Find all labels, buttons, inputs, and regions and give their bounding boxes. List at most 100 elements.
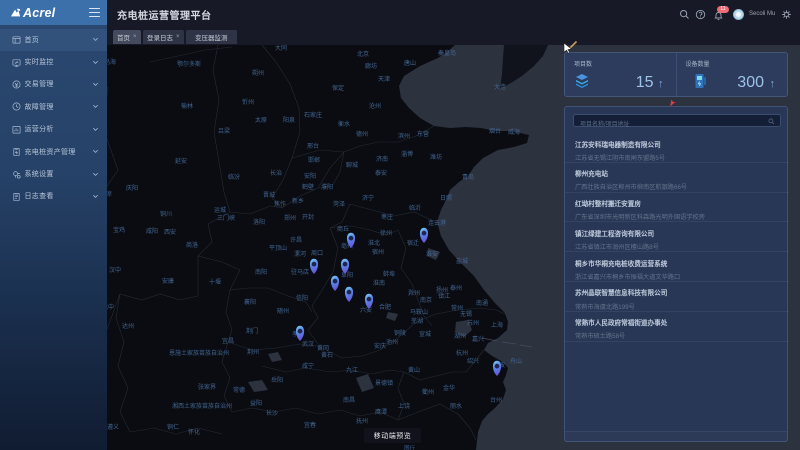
svg-text:杭州: 杭州	[456, 349, 468, 357]
svg-text:常州: 常州	[451, 304, 463, 312]
svg-text:黄冈: 黄冈	[317, 344, 329, 352]
svg-text:武汉: 武汉	[302, 340, 314, 348]
svg-text:台州: 台州	[490, 396, 502, 404]
svg-text:苏州: 苏州	[467, 319, 479, 327]
svg-text:湘西土家族苗族自治州: 湘西土家族苗族自治州	[172, 402, 232, 410]
svg-text:忻州: 忻州	[242, 98, 254, 106]
svg-text:石家庄: 石家庄	[304, 111, 322, 119]
svg-text:晋城: 晋城	[263, 192, 275, 199]
svg-text:平顶山: 平顶山	[269, 244, 287, 252]
svg-text:淮安: 淮安	[426, 250, 438, 258]
svg-text:东营: 东营	[417, 130, 429, 138]
svg-text:衢州: 衢州	[422, 388, 434, 396]
svg-text:芜湖: 芜湖	[411, 317, 423, 325]
svg-text:济南: 济南	[376, 155, 388, 163]
svg-text:丽水: 丽水	[450, 402, 462, 410]
svg-text:洛阳: 洛阳	[253, 218, 265, 226]
svg-text:徐州: 徐州	[380, 229, 392, 237]
svg-text:许昌: 许昌	[290, 236, 302, 244]
svg-text:临汾: 临汾	[228, 173, 240, 181]
svg-text:泰州: 泰州	[450, 284, 462, 292]
svg-text:天津: 天津	[378, 76, 390, 83]
svg-text:宣城: 宣城	[419, 330, 431, 338]
svg-text:菏泽: 菏泽	[333, 200, 345, 208]
svg-text:巴中: 巴中	[107, 303, 114, 311]
svg-text:怀化: 怀化	[188, 428, 200, 436]
svg-text:宿州: 宿州	[372, 248, 384, 256]
svg-text:平凉: 平凉	[107, 190, 112, 198]
svg-text:枣庄: 枣庄	[381, 213, 393, 221]
svg-text:宿迁: 宿迁	[407, 239, 419, 247]
svg-text:南京: 南京	[420, 296, 432, 304]
svg-text:延安: 延安	[175, 157, 187, 165]
svg-text:商洛: 商洛	[186, 241, 198, 249]
svg-text:扬州: 扬州	[436, 286, 448, 294]
svg-text:荆州: 荆州	[247, 348, 259, 356]
svg-text:襄阳: 襄阳	[244, 298, 256, 306]
svg-text:南通: 南通	[476, 299, 488, 307]
svg-text:青岛: 青岛	[462, 173, 474, 181]
svg-text:抚州: 抚州	[356, 417, 368, 425]
svg-text:嘉兴: 嘉兴	[472, 335, 484, 343]
svg-text:铜川: 铜川	[160, 210, 172, 218]
svg-text:鹤壁: 鹤壁	[302, 183, 314, 191]
svg-text:南昌: 南昌	[343, 396, 355, 404]
svg-text:乌海: 乌海	[107, 58, 116, 66]
svg-text:岳阳: 岳阳	[271, 376, 283, 384]
svg-text:商丘: 商丘	[337, 225, 349, 233]
svg-text:邢台: 邢台	[307, 142, 319, 150]
svg-text:信阳: 信阳	[296, 294, 308, 302]
svg-text:庆阳: 庆阳	[126, 184, 138, 192]
svg-text:上海: 上海	[491, 321, 503, 329]
svg-text:安康: 安康	[162, 277, 174, 285]
svg-text:盐城: 盐城	[456, 257, 468, 265]
svg-text:张家界: 张家界	[198, 383, 216, 391]
svg-text:沧州: 沧州	[369, 102, 381, 110]
svg-text:达州: 达州	[122, 322, 134, 330]
svg-text:舟山: 舟山	[510, 357, 522, 365]
svg-text:黄山: 黄山	[408, 366, 420, 374]
svg-text:唐山: 唐山	[404, 59, 416, 67]
svg-text:周口: 周口	[311, 250, 323, 257]
svg-text:蚌埠: 蚌埠	[383, 270, 395, 278]
svg-text:湖州: 湖州	[454, 332, 466, 340]
svg-text:榆林: 榆林	[181, 102, 193, 110]
svg-text:淮北: 淮北	[368, 239, 380, 247]
svg-text:宝鸡: 宝鸡	[113, 226, 125, 234]
svg-text:濮阳: 濮阳	[321, 183, 333, 191]
svg-text:铜陵: 铜陵	[394, 329, 406, 337]
svg-text:长治: 长治	[270, 169, 282, 177]
svg-text:鹰潭: 鹰潭	[375, 408, 387, 416]
svg-text:遵义: 遵义	[107, 423, 119, 431]
svg-text:西安: 西安	[164, 228, 176, 236]
svg-text:邯郸: 邯郸	[308, 156, 320, 164]
svg-text:安阳: 安阳	[304, 172, 316, 180]
svg-text:阜阳: 阜阳	[341, 271, 353, 279]
svg-text:宜春: 宜春	[304, 421, 316, 429]
svg-text:长沙: 长沙	[266, 409, 278, 417]
svg-text:益阳: 益阳	[250, 399, 262, 407]
svg-text:吕梁: 吕梁	[218, 127, 230, 135]
svg-text:绍兴: 绍兴	[467, 357, 479, 365]
svg-text:泰安: 泰安	[375, 169, 387, 177]
svg-text:保定: 保定	[332, 84, 344, 92]
svg-text:金华: 金华	[443, 384, 455, 392]
svg-text:常德: 常德	[233, 386, 245, 394]
svg-text:郑州: 郑州	[284, 214, 296, 222]
svg-text:漯河: 漯河	[294, 250, 306, 258]
svg-text:驻马店: 驻马店	[291, 268, 309, 276]
svg-text:镇江: 镇江	[438, 292, 450, 300]
svg-text:十堰: 十堰	[209, 278, 221, 286]
svg-text:大同: 大同	[275, 44, 287, 52]
svg-text:开封: 开封	[302, 213, 314, 221]
svg-text:铜仁: 铜仁	[167, 423, 179, 431]
svg-text:南阳: 南阳	[255, 268, 267, 276]
svg-text:滁州: 滁州	[408, 289, 420, 297]
svg-text:咸阳: 咸阳	[146, 227, 158, 235]
svg-text:北京: 北京	[357, 50, 369, 58]
svg-text:景德镇: 景德镇	[375, 379, 393, 387]
svg-text:日照: 日照	[440, 195, 452, 202]
svg-text:滨州: 滨州	[398, 132, 410, 140]
svg-text:咸宁: 咸宁	[302, 362, 314, 370]
svg-text:恩施土家族苗族自治州: 恩施土家族苗族自治州	[169, 349, 229, 357]
